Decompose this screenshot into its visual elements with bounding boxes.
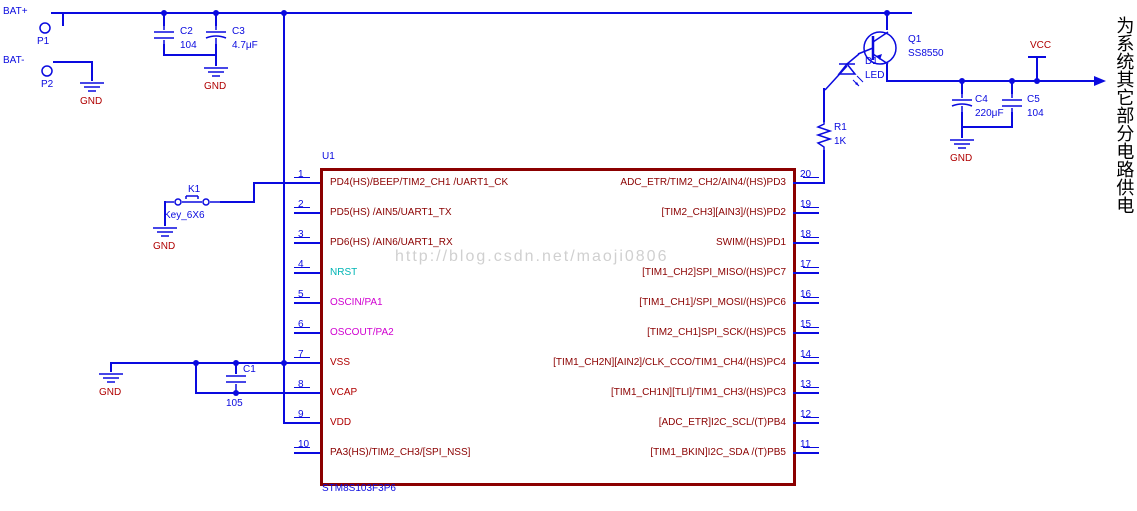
- switch-k1: [164, 196, 220, 208]
- c1-val: 105: [226, 398, 243, 409]
- c3-ref: C3: [232, 26, 245, 37]
- pin-num-15: 15: [800, 319, 811, 330]
- pin-name-1: PD4(HS)/BEEP/TIM2_CH1 /UART1_CK: [330, 177, 508, 188]
- p1-ref: P1: [37, 36, 49, 47]
- connector-p1: [37, 20, 53, 36]
- cap-c3: [202, 26, 230, 44]
- q1-ref: Q1: [908, 34, 921, 45]
- gnd-label-5: GND: [950, 153, 972, 164]
- pin-num-14: 14: [800, 349, 811, 360]
- q1-val: SS8550: [908, 48, 944, 59]
- c5-val: 104: [1027, 108, 1044, 119]
- pin-name-14: [TIM1_CH2N][AIN2]/CLK_CCO/TIM1_CH4/(HS)P…: [553, 357, 786, 368]
- gnd-label-1: GND: [80, 96, 102, 107]
- pin-name-10: PA3(HS)/TIM2_CH3/[SPI_NSS]: [330, 447, 470, 458]
- r1-val: 1K: [834, 136, 846, 147]
- bat-minus-label: BAT-: [3, 55, 24, 66]
- pin-num-6: 6: [298, 319, 304, 330]
- pin-num-10: 10: [298, 439, 309, 450]
- gnd-symbol-5: [948, 138, 976, 154]
- gnd-symbol-4: [97, 372, 125, 388]
- pin-num-7: 7: [298, 349, 304, 360]
- k1-name: Key_6X6: [164, 210, 205, 221]
- pin-name-7: VSS: [330, 357, 350, 368]
- gnd-symbol-3: [151, 226, 179, 242]
- c4-ref: C4: [975, 94, 988, 105]
- pin-num-4: 4: [298, 259, 304, 270]
- cap-c2: [150, 26, 178, 44]
- pin-name-2: PD5(HS) /AIN5/UART1_TX: [330, 207, 452, 218]
- p2-ref: P2: [41, 79, 53, 90]
- pin-name-12: [ADC_ETR]I2C_SCL/(T)PB4: [659, 417, 786, 428]
- pin-num-20: 20: [800, 169, 811, 180]
- pin-name-11: [TIM1_BKIN]I2C_SDA /(T)PB5: [650, 447, 786, 458]
- cn-power-label: 为系统其它部分电路供电: [1112, 16, 1135, 214]
- pin-num-8: 8: [298, 379, 304, 390]
- pin-name-15: [TIM2_CH1]SPI_SCK/(HS)PC5: [647, 327, 786, 338]
- pin-num-18: 18: [800, 229, 811, 240]
- res-r1: [816, 120, 832, 152]
- gnd-label-2: GND: [204, 81, 226, 92]
- r1-ref: R1: [834, 122, 847, 133]
- schematic-canvas: http://blog.csdn.net/maoji0806 U1 STM8S1…: [0, 0, 1137, 511]
- pin-name-20: ADC_ETR/TIM2_CH2/AIN4/(HS)PD3: [620, 177, 786, 188]
- ic-ref: U1: [322, 151, 335, 162]
- pin-num-17: 17: [800, 259, 811, 270]
- pin-num-3: 3: [298, 229, 304, 240]
- pin-num-16: 16: [800, 289, 811, 300]
- c2-ref: C2: [180, 26, 193, 37]
- pin-name-17: [TIM1_CH2]SPI_MISO/(HS)PC7: [642, 267, 786, 278]
- connector-p2: [39, 63, 55, 79]
- pin-name-13: [TIM1_CH1N][TLI]/TIM1_CH3/(HS)PC3: [611, 387, 786, 398]
- pin-name-4: NRST: [330, 267, 357, 278]
- pin-num-2: 2: [298, 199, 304, 210]
- pin-num-5: 5: [298, 289, 304, 300]
- gnd-symbol-2: [202, 66, 230, 82]
- c2-val: 104: [180, 40, 197, 51]
- pin-num-1: 1: [298, 169, 304, 180]
- pin-name-18: SWIM/(HS)PD1: [716, 237, 786, 248]
- cap-c5: [998, 94, 1026, 112]
- gnd-symbol-1: [78, 81, 106, 97]
- diode-d1: [825, 54, 861, 90]
- pin-name-16: [TIM1_CH1]/SPI_MOSI/(HS)PC6: [639, 297, 786, 308]
- pin-num-12: 12: [800, 409, 811, 420]
- bat-plus-label: BAT+: [3, 6, 28, 17]
- vcc-label: VCC: [1030, 40, 1051, 51]
- gnd-label-4: GND: [99, 387, 121, 398]
- pin-name-9: VDD: [330, 417, 351, 428]
- pin-num-19: 19: [800, 199, 811, 210]
- ic-part: STM8S103F3P6: [322, 483, 396, 494]
- d1-val: LED: [865, 70, 884, 81]
- cap-c4: [948, 94, 976, 112]
- pin-name-3: PD6(HS) /AIN6/UART1_RX: [330, 237, 453, 248]
- c5-ref: C5: [1027, 94, 1040, 105]
- c3-val: 4.7μF: [232, 40, 258, 51]
- pin-name-6: OSCOUT/PA2: [330, 327, 394, 338]
- vcc-arrow: [1094, 74, 1108, 88]
- transistor-q1: [858, 26, 902, 70]
- pin-name-19: [TIM2_CH3][AIN3]/(HS)PD2: [662, 207, 786, 218]
- gnd-label-3: GND: [153, 241, 175, 252]
- c1-ref: C1: [243, 364, 256, 375]
- pin-name-5: OSCIN/PA1: [330, 297, 383, 308]
- pin-num-9: 9: [298, 409, 304, 420]
- pin-num-11: 11: [800, 439, 810, 450]
- pin-name-8: VCAP: [330, 387, 357, 398]
- k1-ref: K1: [188, 184, 200, 195]
- pin-num-13: 13: [800, 379, 811, 390]
